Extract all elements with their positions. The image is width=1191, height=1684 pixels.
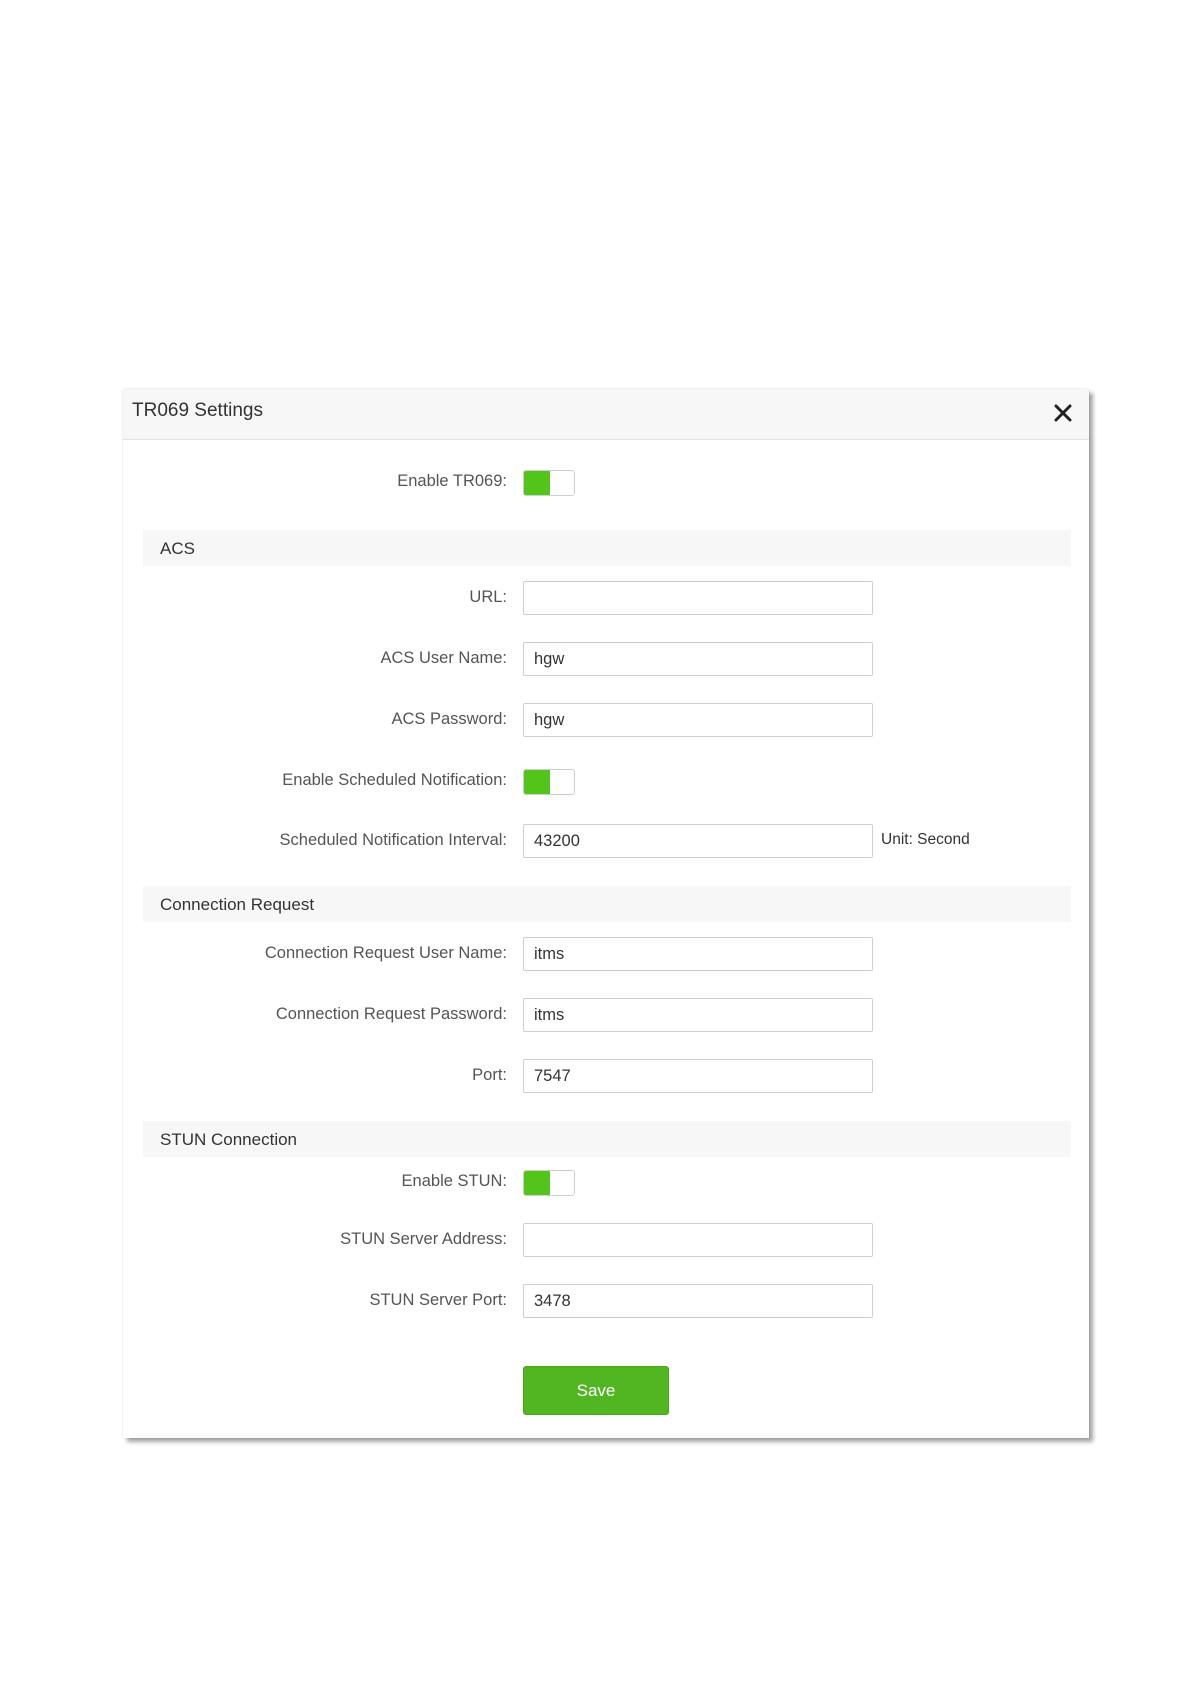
stun-server-address-label: STUN Server Address: bbox=[340, 1230, 507, 1248]
toggle-on-indicator bbox=[524, 1171, 550, 1195]
section-connection-request-title: Connection Request bbox=[160, 895, 315, 914]
dialog-title: TR069 Settings bbox=[132, 400, 263, 421]
stun-server-port-input[interactable] bbox=[523, 1284, 873, 1318]
enable-stun-toggle[interactable] bbox=[523, 1170, 575, 1196]
toggle-on-indicator bbox=[524, 471, 550, 495]
notification-interval-label: Scheduled Notification Interval: bbox=[279, 831, 507, 849]
section-connection-request: Connection Request bbox=[143, 886, 1071, 922]
section-stun-title: STUN Connection bbox=[160, 1130, 298, 1149]
section-acs: ACS bbox=[143, 530, 1071, 566]
cr-port-label: Port: bbox=[472, 1066, 507, 1084]
interval-unit: Unit: Second bbox=[881, 831, 970, 848]
acs-user-name-label: ACS User Name: bbox=[380, 649, 507, 667]
cr-port-input[interactable] bbox=[523, 1059, 873, 1093]
save-button[interactable]: Save bbox=[523, 1366, 669, 1415]
enable-notification-toggle[interactable] bbox=[523, 769, 575, 795]
dialog-header: TR069 Settings bbox=[123, 389, 1089, 440]
acs-password-input[interactable] bbox=[523, 703, 873, 737]
close-icon[interactable] bbox=[1051, 401, 1075, 425]
acs-user-name-input[interactable] bbox=[523, 642, 873, 676]
enable-tr069-toggle[interactable] bbox=[523, 470, 575, 496]
section-acs-title: ACS bbox=[160, 539, 195, 558]
enable-stun-label: Enable STUN: bbox=[401, 1172, 507, 1190]
toggle-on-indicator bbox=[524, 770, 550, 794]
acs-password-label: ACS Password: bbox=[391, 710, 507, 728]
tr069-settings-dialog: TR069 Settings Enable TR069: ACS URL: AC… bbox=[123, 389, 1089, 1438]
cr-user-name-input[interactable] bbox=[523, 937, 873, 971]
enable-notification-label: Enable Scheduled Notification: bbox=[282, 771, 507, 789]
notification-interval-input[interactable] bbox=[523, 824, 873, 858]
cr-password-label: Connection Request Password: bbox=[275, 1005, 507, 1023]
stun-server-address-input[interactable] bbox=[523, 1223, 873, 1257]
acs-url-label: URL: bbox=[469, 588, 507, 606]
acs-url-input[interactable] bbox=[523, 581, 873, 615]
enable-tr069-label: Enable TR069: bbox=[397, 472, 507, 490]
section-stun: STUN Connection bbox=[143, 1121, 1071, 1157]
cr-password-input[interactable] bbox=[523, 998, 873, 1032]
stun-server-port-label: STUN Server Port: bbox=[369, 1291, 507, 1309]
cr-user-name-label: Connection Request User Name: bbox=[264, 944, 507, 962]
